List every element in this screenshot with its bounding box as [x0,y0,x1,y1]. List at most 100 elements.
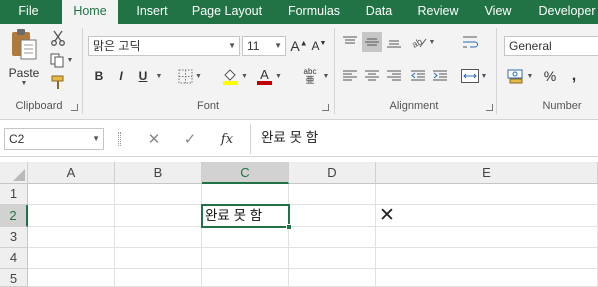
tab-review[interactable]: Review [410,0,466,24]
underline-button[interactable]: U [134,66,152,86]
formula-bar-grip[interactable] [118,132,121,146]
increase-font-size-button[interactable]: A▲ [290,36,308,56]
bottom-align-button[interactable] [384,32,404,52]
formula-input[interactable]: 완료 못 함 [250,124,598,154]
middle-align-icon [365,38,379,46]
cell-a3[interactable] [28,227,115,248]
chevron-down-icon: ▼ [274,41,282,50]
cell-b4[interactable] [115,248,202,269]
font-color-button[interactable]: A ▼ [254,66,284,86]
cell-e2[interactable] [376,205,598,227]
increase-indent-button[interactable] [430,66,450,86]
column-header-d[interactable]: D [289,162,376,184]
cell-d1[interactable] [289,184,376,205]
cell-b5[interactable] [115,269,202,287]
bold-button[interactable]: B [90,66,108,86]
name-box[interactable]: C2 ▼ [4,128,104,150]
cell-d5[interactable] [289,269,376,287]
underline-dropdown[interactable]: ▼ [152,66,164,86]
cell-b2[interactable] [115,205,202,227]
tab-developer[interactable]: Developer [530,0,598,24]
orientation-button[interactable]: ab ▼ [408,32,438,52]
row-header-2[interactable]: 2 [0,205,28,227]
cell-e4[interactable] [376,248,598,269]
accounting-format-button[interactable]: ▼ [504,66,536,86]
tab-file[interactable]: File [0,0,57,24]
cut-button[interactable] [46,28,70,48]
column-header-a[interactable]: A [28,162,115,184]
cell-c4[interactable] [202,248,289,269]
formula-bar: C2 ▼ ✕ ✓ fx 완료 못 함 [0,120,598,157]
clipboard-dialog-launcher[interactable] [71,104,78,111]
svg-text:ab: ab [411,36,424,49]
column-header-b[interactable]: B [115,162,202,184]
decrease-indent-button[interactable] [408,66,428,86]
phonetic-dropdown[interactable]: ▼ [320,66,330,86]
fill-handle[interactable] [286,224,292,230]
wrap-text-button[interactable] [458,32,484,52]
align-right-button[interactable] [384,66,404,86]
tab-view[interactable]: View [472,0,524,24]
enter-entry-button[interactable]: ✓ [178,128,202,150]
row-header-4[interactable]: 4 [0,248,28,269]
decrease-font-size-button[interactable]: A▼ [310,36,328,56]
svg-text:A: A [260,67,269,82]
cell-e3[interactable] [376,227,598,248]
cell-a1[interactable] [28,184,115,205]
borders-icon [178,69,193,83]
phonetic-guide-button[interactable]: abc 亜 [298,66,322,86]
percent-style-button[interactable]: % [540,66,560,86]
font-size-value: 11 [247,39,260,53]
select-all-corner[interactable] [0,162,28,184]
font-name-value: 맑은 고딕 [93,39,141,53]
italic-button[interactable]: I [112,66,130,86]
font-size-combo[interactable]: 11 ▼ [242,36,286,56]
worksheet-grid: A B C D E 1 2 3 4 5 ✕ 완료 못 함 [0,157,598,287]
tab-data[interactable]: Data [356,0,402,24]
comma-style-button[interactable]: , [564,66,584,86]
paste-button[interactable]: Paste ▼ [6,28,42,94]
top-align-button[interactable] [340,32,360,52]
cell-a4[interactable] [28,248,115,269]
copy-button[interactable]: ▼ [46,50,76,70]
cell-a2[interactable] [28,205,115,227]
row-header-3[interactable]: 3 [0,227,28,248]
cancel-entry-button[interactable]: ✕ [142,128,166,150]
ribbon-tab-bar: File Home Insert Page Layout Formulas Da… [0,0,598,24]
cell-d2[interactable]: ✕ [289,205,395,227]
tab-page-layout[interactable]: Page Layout [186,0,268,24]
format-painter-button[interactable] [46,72,70,92]
cell-e5[interactable] [376,269,598,287]
font-dialog-launcher[interactable] [322,104,329,111]
cell-b3[interactable] [115,227,202,248]
align-left-button[interactable] [340,66,360,86]
tab-formulas[interactable]: Formulas [276,0,352,24]
cell-a5[interactable] [28,269,115,287]
cell-e1[interactable] [376,184,598,205]
fill-color-button[interactable]: ▼ [220,66,250,86]
align-center-button[interactable] [362,66,382,86]
tab-insert[interactable]: Insert [124,0,180,24]
cell-c5[interactable] [202,269,289,287]
insert-function-button[interactable]: fx [214,128,240,150]
row-header-5[interactable]: 5 [0,269,28,287]
cell-c1[interactable] [202,184,289,205]
format-painter-icon [51,75,64,89]
column-header-e[interactable]: E [376,162,598,184]
cell-c3[interactable] [202,227,289,248]
cell-d3[interactable] [289,227,376,248]
row-header-1[interactable]: 1 [0,184,28,205]
tab-home[interactable]: Home [62,0,118,24]
font-name-combo[interactable]: 맑은 고딕 ▼ [88,36,240,56]
borders-button[interactable]: ▼ [176,66,204,86]
group-separator [334,28,335,114]
active-cell-c2[interactable]: 완료 못 함 [201,204,290,228]
cell-b1[interactable] [115,184,202,205]
number-format-combo[interactable]: General [504,36,598,56]
merge-cells-icon [460,69,479,83]
alignment-dialog-launcher[interactable] [486,104,493,111]
middle-align-button[interactable] [362,32,382,52]
column-header-c[interactable]: C [202,162,289,184]
merge-center-button[interactable]: ▼ [458,66,490,86]
cell-d4[interactable] [289,248,376,269]
